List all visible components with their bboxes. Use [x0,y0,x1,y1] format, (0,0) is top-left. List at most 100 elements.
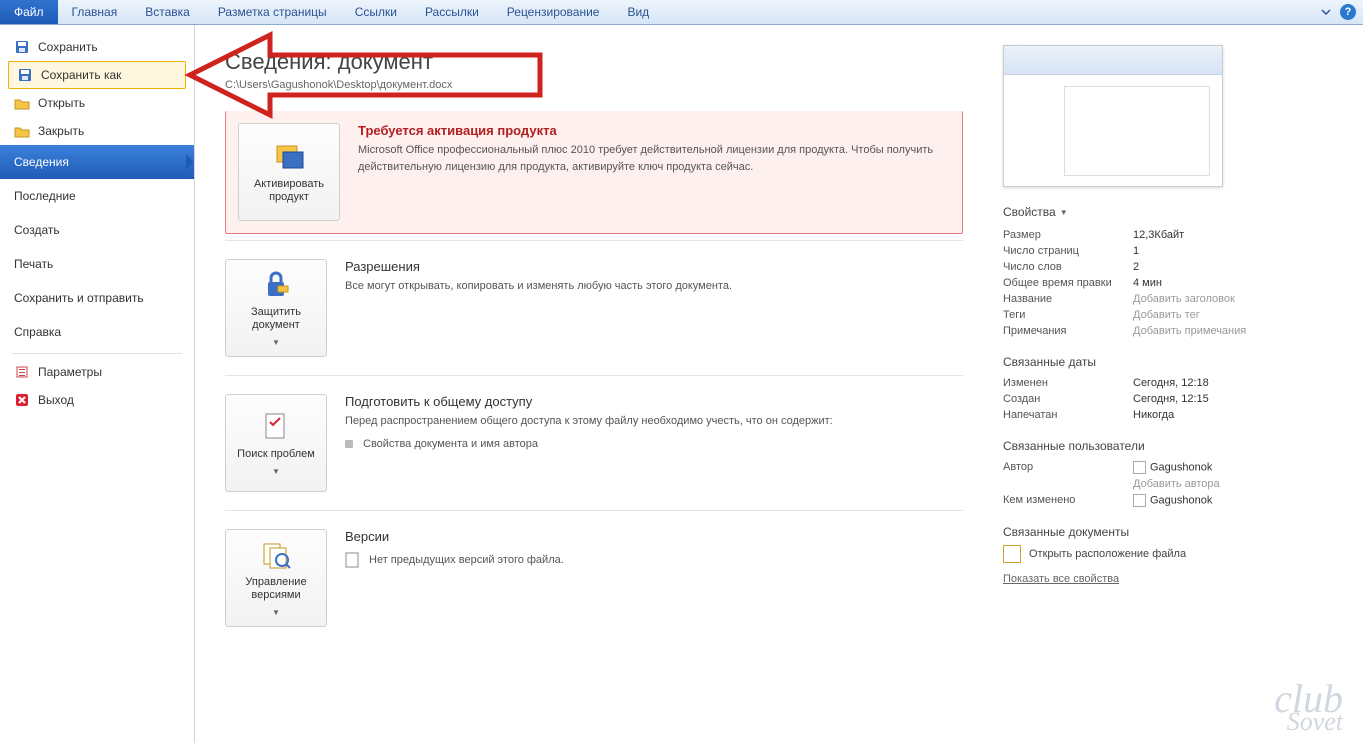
prop-printed: НапечатанНикогда [1003,407,1343,423]
document-thumbnail[interactable] [1003,45,1223,187]
show-all-properties[interactable]: Показать все свойства [1003,573,1119,585]
related-docs-heading: Связанные документы [1003,525,1343,539]
prop-modified-by: Кем изменено Gagushonok [1003,492,1343,509]
open-file-location[interactable]: Открыть расположение файла [1003,545,1343,563]
thumbnail-page [1064,86,1210,176]
related-people-heading: Связанные пользователи [1003,439,1343,453]
versions-body: Версии Нет предыдущих версий этого файла… [345,529,963,627]
thumbnail-ribbon [1004,46,1222,75]
sidebar-close[interactable]: Закрыть [0,117,194,145]
sidebar-options[interactable]: Параметры [0,358,194,386]
sidebar-tab-print[interactable]: Печать [0,247,194,281]
backstage-sidebar: Сохранить Сохранить как Открыть Закрыть … [0,25,195,743]
tab-home[interactable]: Главная [58,0,132,24]
dropdown-icon: ▼ [272,467,280,477]
tab-review[interactable]: Рецензирование [493,0,614,24]
related-dates-heading: Связанные даты [1003,355,1343,369]
versions-text: Нет предыдущих версий этого файла. [369,554,564,566]
sidebar-tab-recent[interactable]: Последние [0,179,194,213]
help-icon[interactable]: ? [1339,3,1357,21]
prop-size: Размер12,3Кбайт [1003,227,1343,243]
sidebar-exit-label: Выход [38,393,74,407]
dropdown-icon: ▼ [272,608,280,618]
minimize-ribbon-icon[interactable] [1317,3,1335,21]
permissions-section: Защитить документ ▼ Разрешения Все могут… [225,240,963,375]
sidebar-save-as-label: Сохранить как [41,68,121,82]
sidebar-save-label: Сохранить [38,40,98,54]
tab-file[interactable]: Файл [0,0,58,24]
properties-heading[interactable]: Свойства ▼ [1003,205,1343,219]
sidebar-separator [12,353,182,354]
prepare-section: Поиск проблем ▼ Подготовить к общему дос… [225,375,963,510]
permissions-title: Разрешения [345,259,963,274]
sidebar-save[interactable]: Сохранить [0,33,194,61]
properties-heading-label: Свойства [1003,205,1056,219]
activation-text: Microsoft Office профессиональный плюс 2… [358,142,950,175]
prepare-text: Перед распространением общего доступа к … [345,413,963,430]
activate-icon [273,140,305,172]
prop-comments[interactable]: ПримечанияДобавить примечания [1003,323,1343,339]
prop-words: Число слов2 [1003,259,1343,275]
protect-button-label: Защитить документ [230,306,322,332]
prop-tags[interactable]: ТегиДобавить тег [1003,307,1343,323]
activation-title: Требуется активация продукта [358,123,950,138]
prop-title[interactable]: НазваниеДобавить заголовок [1003,291,1343,307]
prepare-bullet-text: Свойства документа и имя автора [363,438,538,450]
person-icon [1133,494,1146,507]
versions-title: Версии [345,529,963,544]
permissions-body: Разрешения Все могут открывать, копирова… [345,259,963,357]
protect-document-button[interactable]: Защитить документ ▼ [225,259,327,357]
tab-mailings[interactable]: Рассылки [411,0,493,24]
sidebar-open-label: Открыть [38,96,85,110]
prop-modified: ИзмененСегодня, 12:18 [1003,375,1343,391]
info-heading: Сведения: документ [225,49,963,75]
sidebar-exit[interactable]: Выход [0,386,194,414]
check-issues-icon [260,410,292,442]
manage-versions-button[interactable]: Управление версиями ▼ [225,529,327,627]
exit-icon [14,392,30,408]
sidebar-tab-new[interactable]: Создать [0,213,194,247]
ribbon-tabs: Файл Главная Вставка Разметка страницы С… [0,0,1363,25]
sidebar-tab-save-send[interactable]: Сохранить и отправить [0,281,194,315]
prop-pages: Число страниц1 [1003,243,1343,259]
prop-edit-time: Общее время правки4 мин [1003,275,1343,291]
sidebar-options-label: Параметры [38,365,102,379]
check-issues-button[interactable]: Поиск проблем ▼ [225,394,327,492]
activation-body: Требуется активация продукта Microsoft O… [358,123,950,221]
prepare-title: Подготовить к общему доступу [345,394,963,409]
dropdown-icon: ▼ [272,338,280,348]
save-as-icon [17,67,33,83]
open-file-location-label: Открыть расположение файла [1029,548,1186,560]
sidebar-tab-help[interactable]: Справка [0,315,194,349]
options-icon [14,364,30,380]
folder-icon [1003,545,1021,563]
sidebar-tab-info[interactable]: Сведения [0,145,194,179]
sidebar-save-as[interactable]: Сохранить как [8,61,186,89]
tab-page-layout[interactable]: Разметка страницы [204,0,341,24]
author-name[interactable]: Gagushonok [1150,461,1212,473]
bullet-icon [345,440,353,448]
versions-icon [260,538,292,570]
activate-button-label: Активировать продукт [243,178,335,204]
prop-author: Автор Gagushonok [1003,459,1343,476]
modified-by-name[interactable]: Gagushonok [1150,494,1212,506]
protect-icon [260,268,292,300]
permissions-text: Все могут открывать, копировать и изменя… [345,278,963,295]
activation-section: Активировать продукт Требуется активация… [225,111,963,234]
info-center: Сведения: документ C:\Users\Gagushonok\D… [195,25,993,743]
ribbon-controls: ? [1317,0,1363,24]
prepare-bullet: Свойства документа и имя автора [345,438,963,450]
app-window: { "ribbon": { "tabs": ["Файл","Главная",… [0,0,1363,743]
activate-product-button[interactable]: Активировать продукт [238,123,340,221]
properties-pane: Свойства ▼ Размер12,3Кбайт Число страниц… [993,25,1363,743]
prop-add-author[interactable]: Добавить автора [1003,476,1343,492]
check-issues-label: Поиск проблем [237,448,315,461]
tab-view[interactable]: Вид [613,0,663,24]
person-icon [1133,461,1146,474]
versions-section: Управление версиями ▼ Версии Нет предыду… [225,510,963,645]
sidebar-open[interactable]: Открыть [0,89,194,117]
tab-references[interactable]: Ссылки [341,0,411,24]
prop-created: СозданСегодня, 12:15 [1003,391,1343,407]
properties-list: Размер12,3Кбайт Число страниц1 Число сло… [1003,227,1343,339]
tab-insert[interactable]: Вставка [131,0,204,24]
